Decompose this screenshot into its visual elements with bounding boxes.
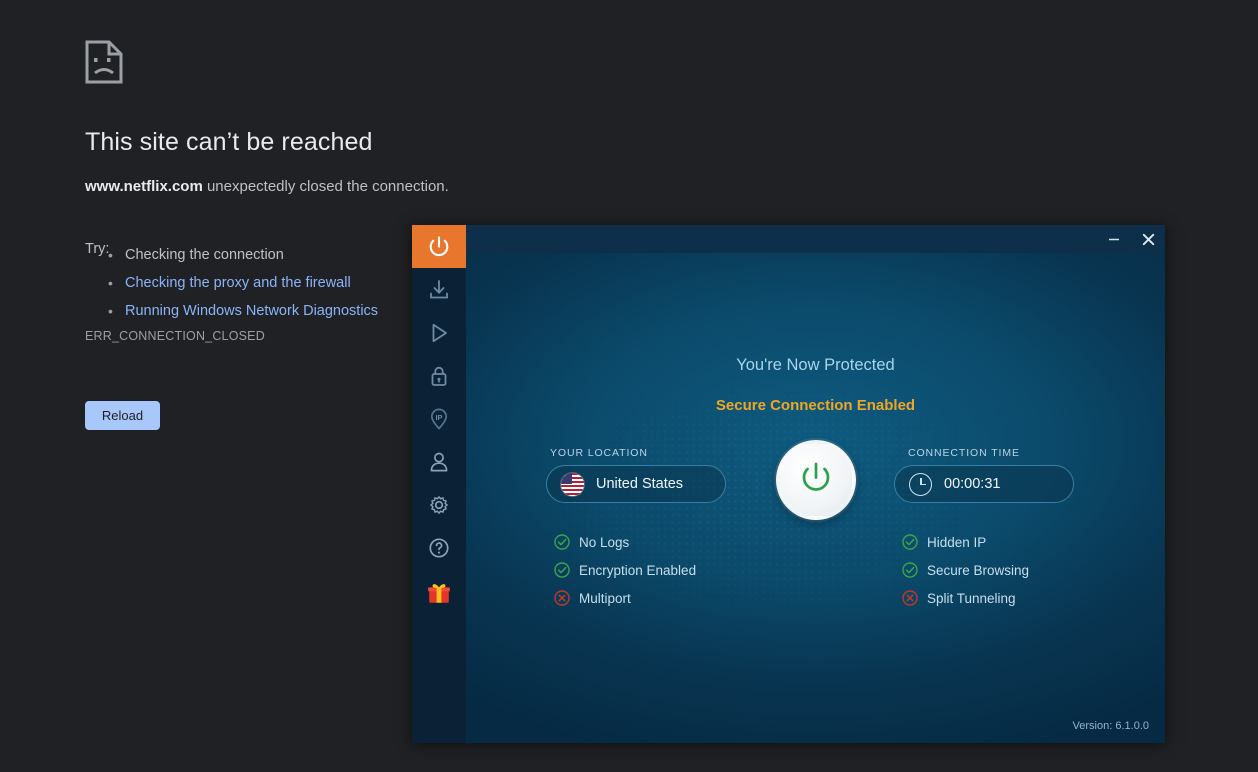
features-right: Hidden IP Secure Browsing Split Tunnelin… bbox=[902, 528, 1029, 612]
help-icon bbox=[427, 536, 451, 560]
list-item-proxy-firewall[interactable]: Checking the proxy and the firewall bbox=[108, 269, 378, 297]
connection-time-value: 00:00:31 bbox=[944, 476, 1001, 492]
feature-label: Hidden IP bbox=[927, 534, 987, 550]
location-pill[interactable]: United States bbox=[546, 465, 726, 503]
gift-icon bbox=[426, 580, 452, 606]
sad-page-icon bbox=[85, 40, 123, 84]
error-code: ERR_CONNECTION_CLOSED bbox=[85, 329, 265, 343]
ip-pin-icon: IP bbox=[427, 407, 451, 431]
power-icon bbox=[426, 234, 452, 260]
feature-item: Hidden IP bbox=[902, 528, 1029, 556]
svg-text:IP: IP bbox=[436, 413, 443, 422]
sidebar-item-help[interactable] bbox=[412, 526, 466, 569]
check-circle-icon bbox=[902, 534, 918, 550]
check-circle-icon bbox=[554, 562, 570, 578]
connection-time-label: CONNECTION TIME bbox=[908, 447, 1020, 459]
download-icon bbox=[427, 278, 451, 302]
vpn-app-window: IP You're Now Protected Secure Connectio… bbox=[412, 225, 1165, 743]
sidebar-item-ip[interactable]: IP bbox=[412, 397, 466, 440]
error-subtitle: www.netflix.com unexpectedly closed the … bbox=[85, 178, 449, 195]
reload-button[interactable]: Reload bbox=[85, 401, 160, 430]
sidebar-item-download[interactable] bbox=[412, 268, 466, 311]
us-flag-icon bbox=[561, 472, 584, 496]
features-left: No Logs Encryption Enabled Multiport bbox=[554, 528, 696, 612]
feature-label: Encryption Enabled bbox=[579, 562, 697, 578]
sidebar-item-offers[interactable] bbox=[412, 569, 466, 617]
vpn-sidebar: IP bbox=[412, 225, 466, 743]
minimize-button[interactable] bbox=[1097, 225, 1131, 253]
minimize-icon bbox=[1109, 238, 1119, 241]
list-item: Checking the connection bbox=[108, 241, 378, 269]
feature-item: Secure Browsing bbox=[902, 556, 1029, 584]
sidebar-item-power[interactable] bbox=[412, 225, 466, 268]
feature-label: Secure Browsing bbox=[927, 562, 1030, 578]
close-icon bbox=[1142, 233, 1154, 245]
error-subtitle-rest: unexpectedly closed the connection. bbox=[202, 178, 449, 195]
feature-label: No Logs bbox=[579, 534, 630, 550]
feature-label: Split Tunneling bbox=[927, 590, 1016, 606]
sidebar-item-streaming[interactable] bbox=[412, 311, 466, 354]
location-label: YOUR LOCATION bbox=[550, 447, 648, 459]
sidebar-item-account[interactable] bbox=[412, 440, 466, 483]
vpn-main-panel: You're Now Protected Secure Connection E… bbox=[466, 225, 1165, 743]
power-icon bbox=[797, 459, 835, 502]
sidebar-item-security[interactable] bbox=[412, 354, 466, 397]
feature-item: No Logs bbox=[554, 528, 696, 556]
clock-icon bbox=[909, 472, 932, 496]
feature-item: Encryption Enabled bbox=[554, 556, 696, 584]
lock-icon bbox=[427, 364, 451, 388]
feature-label: Multiport bbox=[579, 590, 631, 606]
connection-time-pill: 00:00:31 bbox=[894, 465, 1074, 503]
sidebar-item-settings[interactable] bbox=[412, 483, 466, 526]
version-label: Version: 6.1.0.0 bbox=[1072, 720, 1149, 732]
vpn-titlebar bbox=[466, 225, 1165, 253]
user-icon bbox=[427, 450, 451, 474]
close-button[interactable] bbox=[1131, 225, 1165, 253]
play-icon bbox=[427, 321, 451, 345]
connection-subline: Secure Connection Enabled bbox=[715, 397, 916, 414]
vpn-content: You're Now Protected Secure Connection E… bbox=[466, 253, 1165, 743]
connection-headline: You're Now Protected bbox=[736, 356, 895, 374]
check-circle-icon bbox=[554, 534, 570, 550]
power-toggle-button[interactable] bbox=[775, 440, 856, 520]
cross-circle-icon bbox=[902, 590, 918, 606]
cross-circle-icon bbox=[554, 590, 570, 606]
location-value: United States bbox=[596, 476, 684, 492]
page-title: This site can’t be reached bbox=[85, 128, 373, 156]
error-host: www.netflix.com bbox=[85, 178, 203, 195]
list-item-network-diagnostics[interactable]: Running Windows Network Diagnostics bbox=[108, 297, 378, 325]
suggestion-list: Checking the connection Checking the pro… bbox=[85, 241, 378, 325]
feature-item: Multiport bbox=[554, 584, 696, 612]
check-circle-icon bbox=[902, 562, 918, 578]
gear-icon bbox=[427, 493, 451, 517]
feature-item: Split Tunneling bbox=[902, 584, 1029, 612]
